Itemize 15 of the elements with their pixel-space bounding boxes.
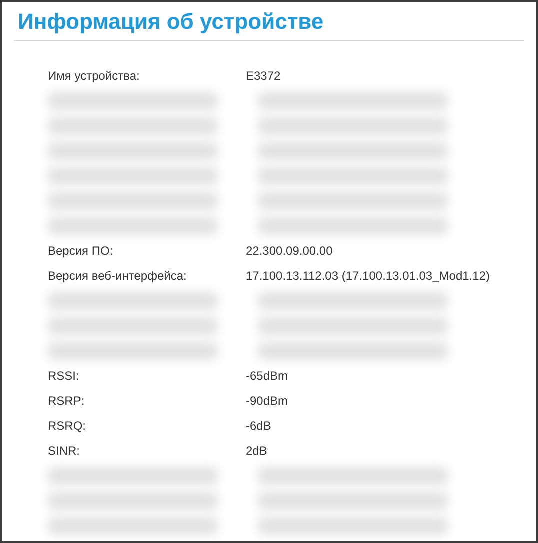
field-label: Версия веб-интерфейса: (48, 268, 188, 282)
field-value: 17.100.13.112.03 (17.100.13.01.03_Mod1.12) (246, 268, 490, 282)
page-title: Информация об устройстве (14, 8, 524, 41)
field-value: 2dB (246, 444, 268, 458)
field-value: -6dB (246, 418, 272, 432)
field-value: -90dBm (246, 394, 288, 408)
field-label: RSRP: (48, 394, 86, 408)
field-label: SINR: (48, 444, 82, 458)
field-value: -65dBm (246, 368, 288, 382)
field-value: 22.300.09.00.00 (246, 244, 333, 258)
field-value: E3372 (246, 68, 281, 82)
field-label: Версия ПО: (48, 244, 114, 258)
field-label: Имя устройства: (48, 68, 141, 82)
field-label: RSRQ: (48, 418, 88, 432)
field-label: RSSI: (48, 368, 80, 382)
